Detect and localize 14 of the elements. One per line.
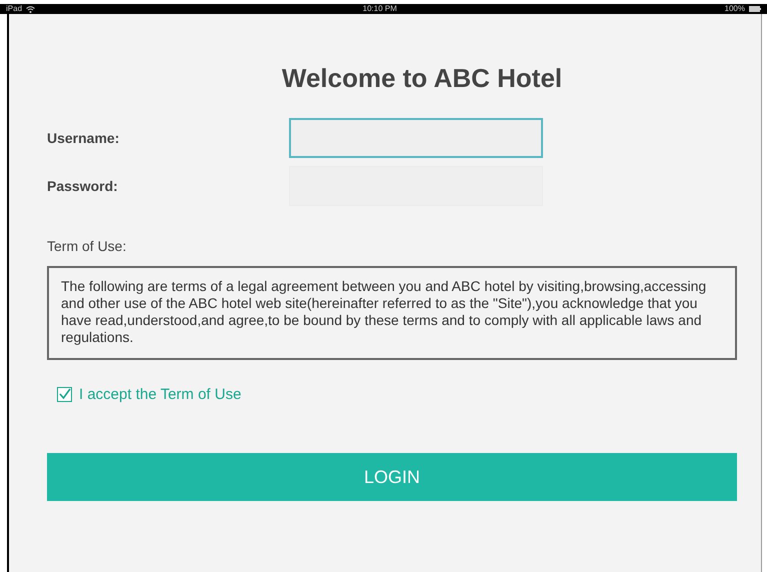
field-label: Password:: [47, 178, 119, 194]
battery-percent: 100%: [724, 5, 745, 13]
login-button[interactable]: LOGIN: [47, 453, 737, 501]
clock-time: 10:10 PM: [362, 5, 397, 13]
page-title: Welcome to ABC Hotel: [280, 63, 564, 94]
field-label: Username:: [47, 130, 120, 146]
checkbox[interactable]: [57, 387, 72, 402]
terms-label: Term of Use:: [47, 238, 128, 254]
battery-icon: [748, 6, 761, 12]
wifi-icon: [26, 6, 36, 12]
device-name: iPad: [6, 5, 22, 13]
terms-text: The following are terms of a legal agreement between you and ABC hotel by visiting,browsing,accessing and other use of the ABC hotel web site(hereinafter referred to as the "Site"),you acknowledge that you have read,understood,and agree,to be bound by these terms and to comply with all applicable laws and regulations.: [47, 266, 737, 360]
checkbox-label: I accept the Term of Use: [79, 386, 242, 403]
input-field[interactable]: [289, 118, 543, 158]
